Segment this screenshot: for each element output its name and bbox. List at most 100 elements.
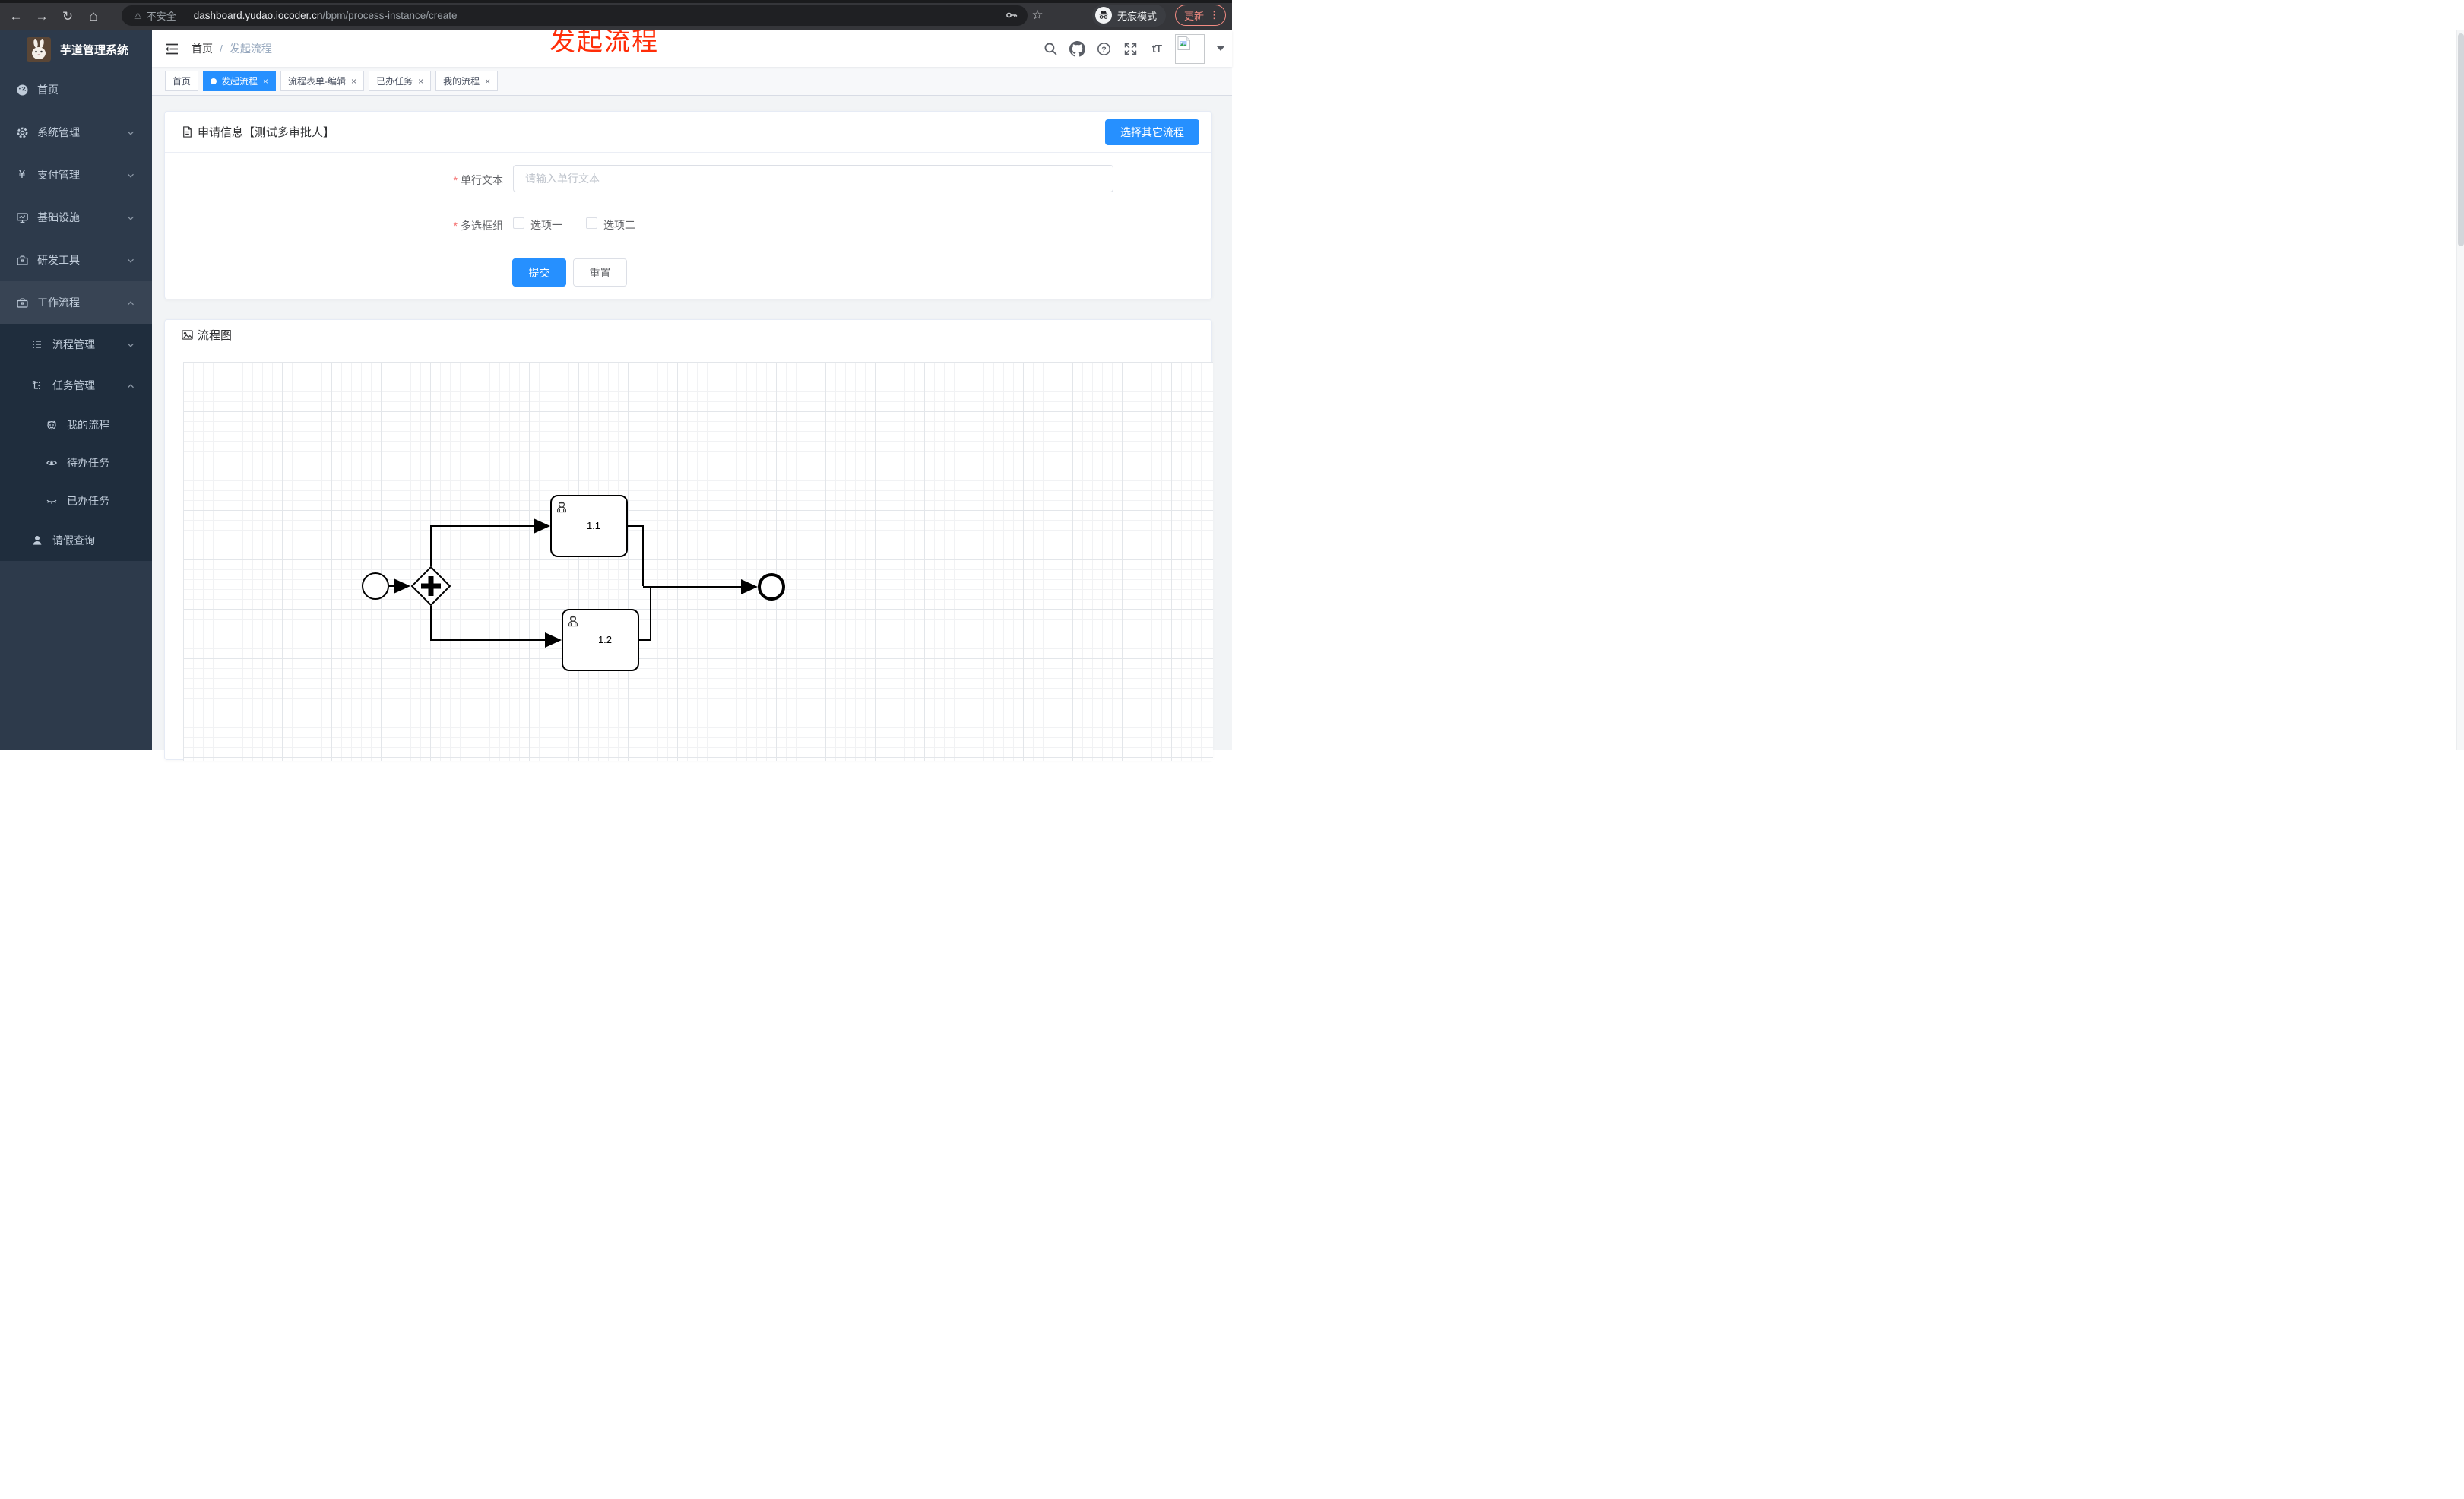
breadcrumb: 首页 / 发起流程 xyxy=(192,41,272,56)
close-icon[interactable]: × xyxy=(351,77,356,86)
incognito-badge[interactable]: 无痕模式 xyxy=(1091,4,1166,27)
sidebar: 芋道管理系统 首页 系统管理 ¥ 支付管理 基础设施 研发工具 工作流程 流程管… xyxy=(0,30,152,750)
sidebar-item-infrastructure[interactable]: 基础设施 xyxy=(0,196,152,239)
monitor-icon xyxy=(15,211,29,224)
not-secure-warning-icon: ⚠ xyxy=(134,10,142,21)
apply-info-title: 申请信息【测试多审批人】 xyxy=(198,126,335,139)
bookmark-star-icon[interactable]: ☆ xyxy=(1029,5,1046,25)
tab-form-edit[interactable]: 流程表单-编辑 × xyxy=(280,71,365,91)
browser-menu-icon[interactable]: ⋮ xyxy=(1209,9,1219,21)
close-icon[interactable]: × xyxy=(485,77,490,86)
checkbox-option-2[interactable] xyxy=(586,217,597,229)
logo-rabbit-image xyxy=(27,37,51,62)
chevron-down-icon xyxy=(126,340,135,352)
checkbox-option-1-label[interactable]: 选项一 xyxy=(530,217,562,233)
sidebar-item-home[interactable]: 首页 xyxy=(0,68,152,111)
sidebar-item-label: 待办任务 xyxy=(67,457,109,469)
app-logo[interactable]: 芋道管理系统 xyxy=(0,30,152,68)
process-diagram-card: 流程图 1.1 1.2 xyxy=(164,319,1213,761)
github-icon[interactable] xyxy=(1069,39,1085,59)
avatar[interactable] xyxy=(1175,33,1205,64)
tab-my-process[interactable]: 我的流程 × xyxy=(435,71,499,91)
sidebar-item-label: 首页 xyxy=(37,84,59,96)
single-line-text-input[interactable] xyxy=(513,165,1113,192)
scrollbar-thumb[interactable] xyxy=(2458,33,2464,246)
checkbox-option-1[interactable] xyxy=(513,217,524,229)
checkbox-option-2-label[interactable]: 选项二 xyxy=(603,217,635,233)
main-content: 申请信息【测试多审批人】 选择其它流程 单行文本 多选框组 选项一 选项二 提交… xyxy=(152,96,1232,761)
sidebar-item-my-process[interactable]: 我的流程 xyxy=(0,406,152,444)
gear-icon xyxy=(15,126,29,139)
fullscreen-icon[interactable] xyxy=(1122,39,1139,59)
browser-update-button[interactable]: 更新 ⋮ xyxy=(1174,5,1226,26)
sidebar-item-label: 我的流程 xyxy=(67,419,109,431)
sidebar-item-system[interactable]: 系统管理 xyxy=(0,111,152,154)
sidebar-item-payment[interactable]: ¥ 支付管理 xyxy=(0,154,152,196)
browser-forward-icon[interactable]: → xyxy=(30,3,53,30)
help-icon[interactable]: ? xyxy=(1095,39,1112,59)
update-label: 更新 xyxy=(1183,10,1204,22)
incognito-icon xyxy=(1094,7,1112,24)
close-icon[interactable]: × xyxy=(263,77,268,86)
picture-icon xyxy=(181,328,194,341)
user-icon xyxy=(30,534,44,547)
choose-other-process-button[interactable]: 选择其它流程 xyxy=(1105,119,1199,145)
browser-chrome: ← → ↻ ⌂ ⚠ 不安全 dashboard.yudao.iocoder.cn… xyxy=(0,0,1232,30)
tab-done-tasks[interactable]: 已办任务 × xyxy=(369,71,432,91)
chevron-up-icon xyxy=(126,381,135,393)
task-label: 1.2 xyxy=(598,634,612,645)
sidebar-item-process-mgmt[interactable]: 流程管理 xyxy=(0,324,152,365)
sidebar-item-dev-tools[interactable]: 研发工具 xyxy=(0,239,152,281)
close-icon[interactable]: × xyxy=(418,77,423,86)
eye-open-icon xyxy=(45,457,59,469)
chevron-down-icon xyxy=(126,213,135,225)
page-annotation: 发起流程 xyxy=(549,27,659,56)
incognito-label: 无痕模式 xyxy=(1116,10,1157,22)
avatar-caret-down-icon[interactable] xyxy=(1217,46,1224,51)
document-icon xyxy=(181,125,194,138)
submit-button[interactable]: 提交 xyxy=(512,258,566,287)
chevron-down-icon xyxy=(126,128,135,140)
tab-home[interactable]: 首页 xyxy=(165,71,199,91)
bpmn-canvas[interactable]: 1.1 1.2 xyxy=(183,362,1213,761)
briefcase-icon xyxy=(15,254,29,267)
parallel-gateway-node xyxy=(410,566,451,607)
tab-label: 流程表单-编辑 xyxy=(288,76,347,87)
broken-image-icon xyxy=(1177,36,1190,50)
user-task-node: 1.2 xyxy=(562,609,639,671)
chevron-down-icon xyxy=(126,170,135,182)
sidebar-fold-icon[interactable] xyxy=(164,43,179,55)
checkbox-group-label: 多选框组 xyxy=(351,218,503,233)
eye-closed-icon xyxy=(45,495,59,507)
page-scrollbar[interactable] xyxy=(2456,30,2464,750)
address-bar[interactable]: ⚠ 不安全 dashboard.yudao.iocoder.cn /bpm/pr… xyxy=(122,5,1028,26)
diagram-title: 流程图 xyxy=(198,329,233,342)
sidebar-item-label: 工作流程 xyxy=(37,296,80,309)
search-icon[interactable] xyxy=(1042,39,1059,59)
breadcrumb-current: 发起流程 xyxy=(229,43,272,55)
browser-back-icon[interactable]: ← xyxy=(5,3,27,30)
sidebar-item-leave-query[interactable]: 请假查询 xyxy=(0,520,152,561)
tab-start-process[interactable]: 发起流程 × xyxy=(203,71,277,91)
diagram-card-header: 流程图 xyxy=(165,320,1211,350)
reset-button[interactable]: 重置 xyxy=(573,258,627,287)
sidebar-item-label: 已办任务 xyxy=(67,495,109,507)
task-label: 1.1 xyxy=(587,520,600,531)
flow-list-icon xyxy=(30,338,44,350)
sidebar-item-label: 支付管理 xyxy=(37,169,80,181)
chevron-down-icon xyxy=(126,255,135,268)
font-size-icon[interactable]: tT xyxy=(1148,39,1165,59)
app-title: 芋道管理系统 xyxy=(60,43,129,57)
sidebar-item-done-tasks[interactable]: 已办任务 xyxy=(0,482,152,520)
app-header: 首页 / 发起流程 ? tT xyxy=(152,30,1232,67)
url-path: /bpm/process-instance/create xyxy=(322,10,458,21)
start-event-node xyxy=(362,572,389,600)
browser-home-icon[interactable]: ⌂ xyxy=(82,3,105,30)
sidebar-item-label: 请假查询 xyxy=(52,534,95,547)
sidebar-item-todo-tasks[interactable]: 待办任务 xyxy=(0,444,152,482)
password-key-icon[interactable] xyxy=(1003,5,1020,25)
sidebar-item-task-mgmt[interactable]: 任务管理 xyxy=(0,365,152,406)
breadcrumb-home[interactable]: 首页 xyxy=(192,41,213,56)
browser-reload-icon[interactable]: ↻ xyxy=(56,3,79,30)
sidebar-item-workflow[interactable]: 工作流程 xyxy=(0,281,152,324)
